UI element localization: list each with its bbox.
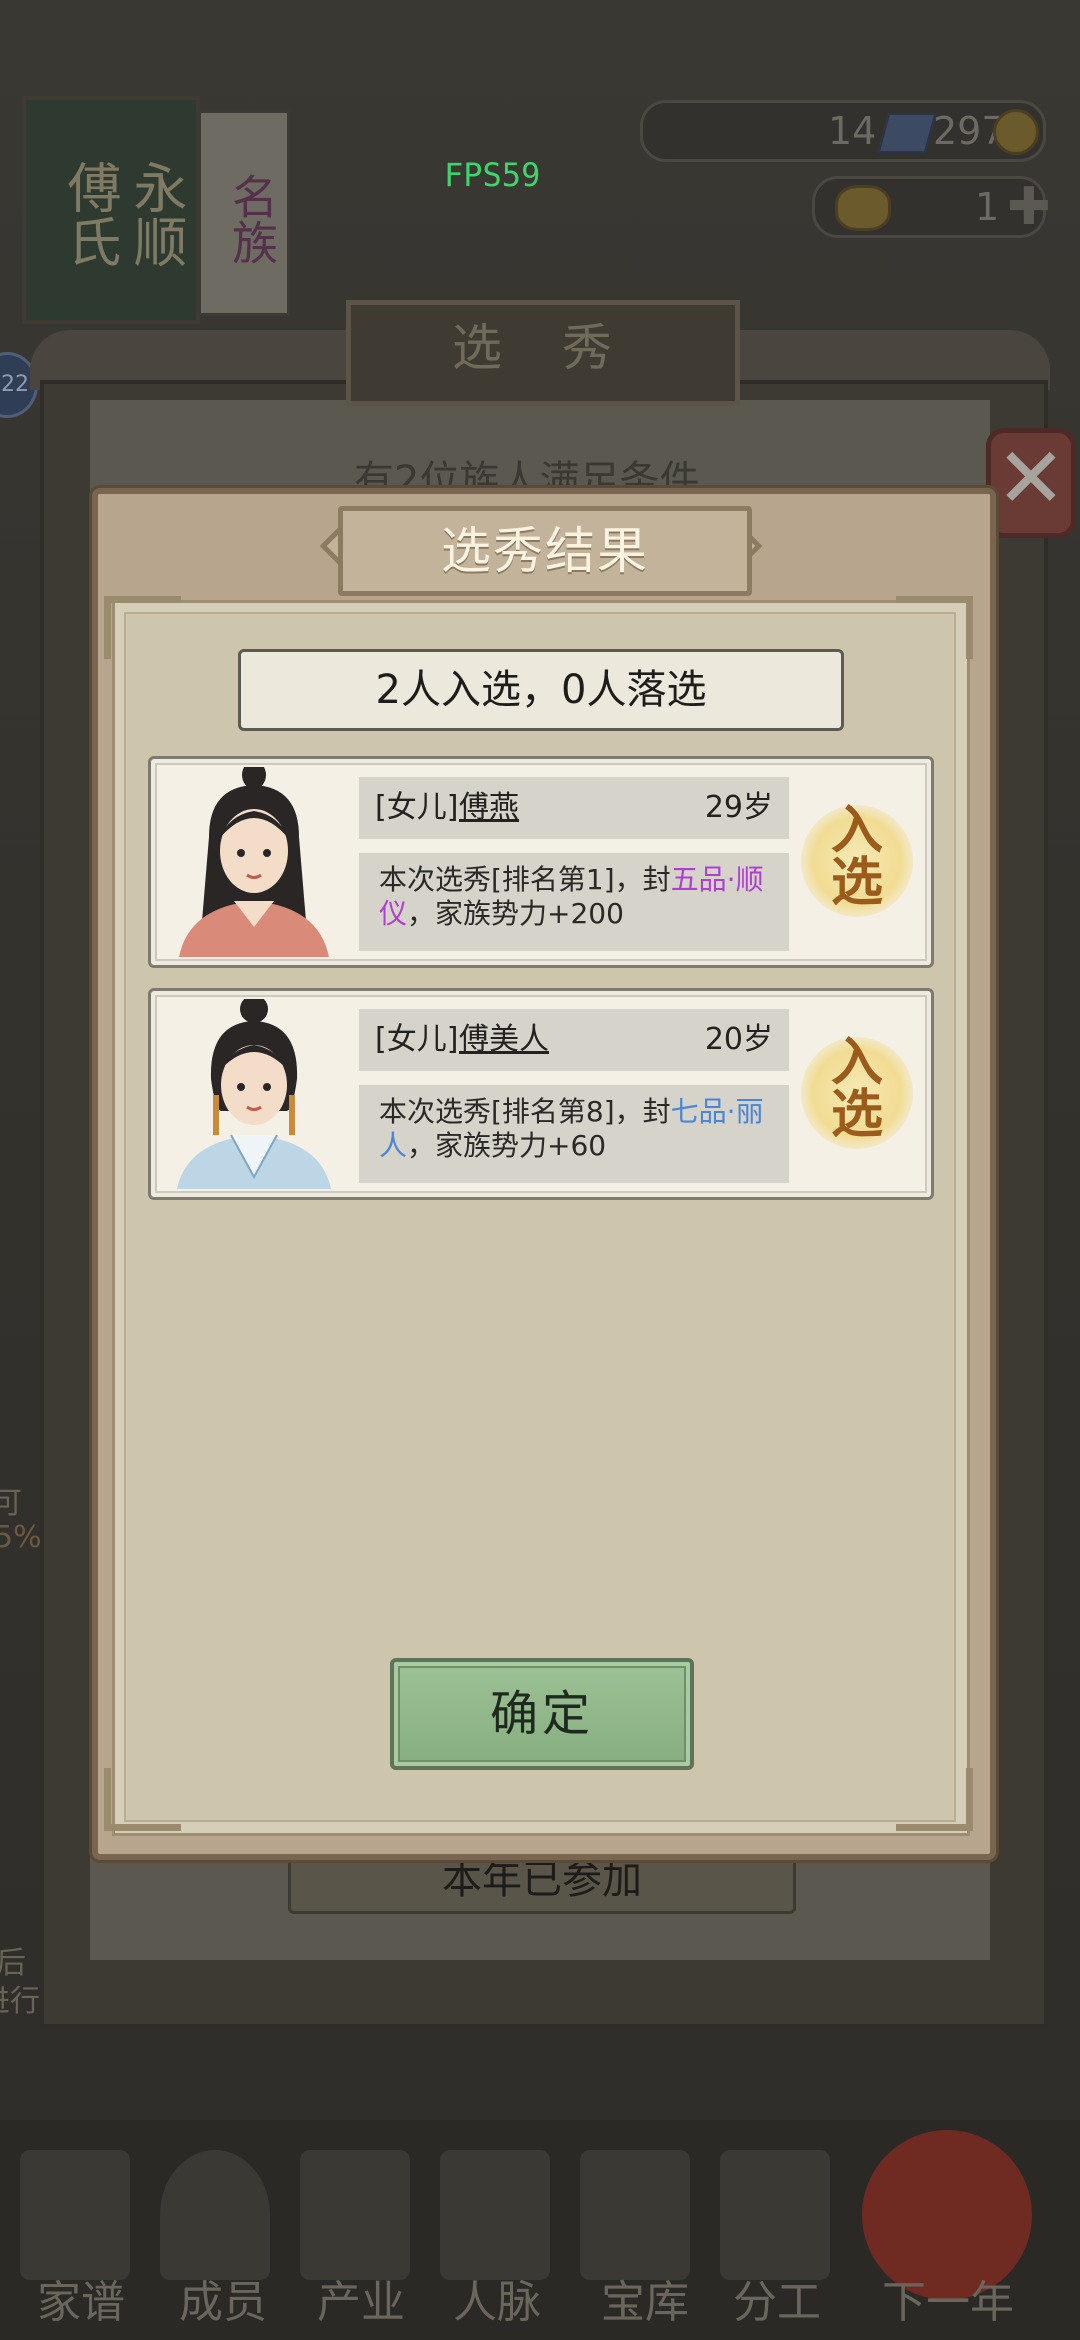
entry-description: 本次选秀[排名第1]，封五品·顺仪，家族势力+200 [359,853,789,951]
board-title: 选 秀 [346,300,740,406]
clan-banner-text: 永顺 傅氏 [58,160,187,268]
property-icon [300,2150,410,2280]
entry-relation: [女儿] [375,1022,459,1057]
entry-name-link[interactable]: 傅美人 [459,1009,549,1071]
selected-stamp: 入 选 [801,1037,913,1149]
resource-bar-second[interactable]: 1 ✚ [812,176,1051,238]
corner-ornament-tl [104,596,181,659]
entry-desc-prefix: 本次选秀[排名第1]，封 [379,863,671,896]
entry-name-link[interactable]: 傅燕 [459,777,519,839]
plus-icon[interactable]: ✚ [1007,181,1051,233]
selection-summary: 2人入选，0人落选 [238,649,844,731]
nav-property[interactable]: 产业 [296,2266,426,2330]
selected-stamp-line1: 入 [830,800,883,861]
result-card[interactable]: [女儿] 傅美人 20岁 本次选秀[排名第8]，封七品·丽人，家族势力+60 入… [148,988,934,1200]
entry-desc-suffix: ，家族势力+200 [407,897,624,930]
modal-title: 选秀结果 [441,522,649,580]
corner-ornament-bl [104,1768,181,1831]
selected-stamp-line1: 入 [830,1032,883,1093]
side-label-2: 5% [0,1520,42,1555]
clan-scroll-text: 名族 [225,173,279,265]
division-icon [720,2150,830,2280]
nav-family-tree[interactable]: 家谱 [16,2266,146,2330]
members-icon [160,2150,270,2280]
selected-stamp-line2: 选 [830,852,883,913]
nav-members[interactable]: 成员 [158,2266,288,2330]
portrait-fu-meiren [169,999,339,1189]
ingot-count: 1 [975,185,1000,229]
entry-relation: [女儿] [375,790,459,825]
coin-icon [993,109,1039,155]
selected-stamp-line2: 选 [830,1084,883,1145]
network-icon [440,2150,550,2280]
close-button[interactable]: ✕ [986,428,1076,538]
gem-icon [877,113,937,153]
family-tree-icon [20,2150,130,2280]
nav-division[interactable]: 分工 [712,2266,842,2330]
clan-scroll[interactable]: 名族 [198,110,290,316]
name-bar: [女儿] 傅美人 20岁 [359,1009,789,1071]
entry-description: 本次选秀[排名第8]，封七品·丽人，家族势力+60 [359,1085,789,1183]
fps-counter: FPS59 [444,156,541,194]
portrait-fu-yan [169,767,339,957]
clan-banner[interactable]: 永顺 傅氏 [22,96,200,324]
close-icon: ✕ [995,429,1067,527]
corner-ornament-br [896,1768,973,1831]
confirm-button[interactable]: 确定 [390,1658,694,1770]
treasury-icon [580,2150,690,2280]
ingot-icon [835,185,891,231]
resource-bar-top[interactable]: 14 297 [640,100,1046,162]
nav-treasury[interactable]: 宝库 [580,2266,710,2330]
entry-desc-prefix: 本次选秀[排名第8]，封 [379,1095,671,1128]
side-label-4: 进行 [0,1984,40,2019]
nav-next-year[interactable]: 下一年 [848,2266,1048,2330]
side-label-1: 可 [0,1486,22,1521]
entry-desc-suffix: ，家族势力+60 [407,1129,607,1162]
result-card[interactable]: [女儿] 傅燕 29岁 本次选秀[排名第1]，封五品·顺仪，家族势力+200 入… [148,756,934,968]
entry-age: 20岁 [704,1022,773,1057]
gem-count: 14 [828,109,877,153]
selected-stamp: 入 选 [801,805,913,917]
entry-age: 29岁 [704,790,773,825]
nav-network[interactable]: 人脉 [432,2266,562,2330]
name-bar: [女儿] 傅燕 29岁 [359,777,789,839]
bottom-nav: 家谱 成员 产业 人脉 宝库 分工 下一年 [0,2120,1080,2340]
corner-ornament-tr [896,596,973,659]
